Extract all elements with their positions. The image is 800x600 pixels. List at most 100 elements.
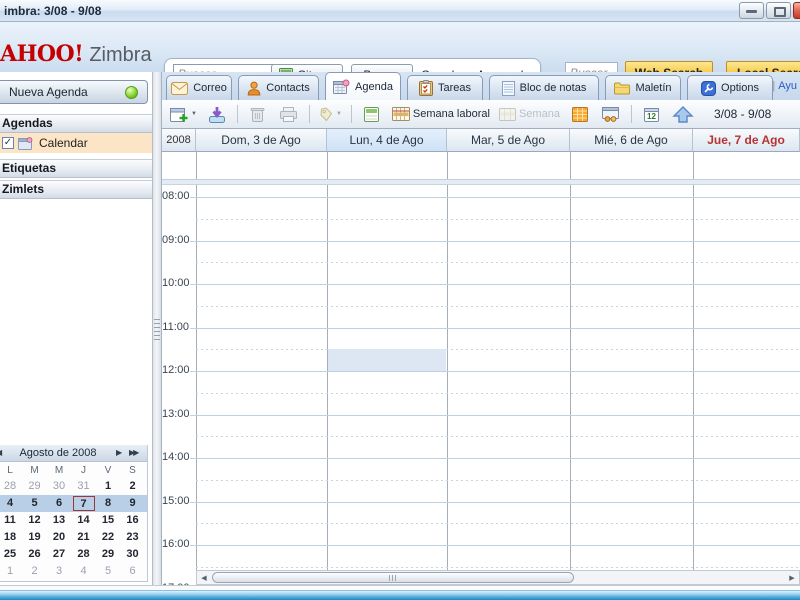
schedule-view-button[interactable] xyxy=(597,103,625,125)
month-view-button[interactable] xyxy=(566,103,594,125)
today-button[interactable]: 12 xyxy=(638,103,666,125)
new-appointment-button[interactable] xyxy=(167,103,200,125)
minical-day-cell[interactable]: 28 xyxy=(0,479,21,494)
tag-icon xyxy=(319,106,333,122)
column-divider xyxy=(196,185,197,585)
toolbar-separator xyxy=(236,105,238,123)
minical-day-cell[interactable]: 4 xyxy=(0,496,21,511)
tab-label: Bloc de notas xyxy=(519,82,587,94)
new-agenda-button[interactable]: Nueva Agenda xyxy=(0,80,148,104)
tasks-icon xyxy=(418,80,433,96)
allday-row[interactable] xyxy=(162,152,800,179)
minical-day-cell[interactable]: 23 xyxy=(122,530,144,545)
tab-agenda[interactable]: Agenda xyxy=(325,72,401,100)
day-view-button[interactable] xyxy=(358,103,386,125)
help-label: Ayu xyxy=(778,80,797,92)
time-grid[interactable]: 08:00 09:00 10:00 11:00 12:00 13:00 14:00 15:00… xyxy=(162,185,800,585)
minical-day-cell[interactable]: 6 xyxy=(122,564,144,579)
maximize-button[interactable] xyxy=(766,2,791,19)
time-label: 12:00 xyxy=(162,364,190,376)
day-header-cell[interactable]: Mar, 5 de Ago xyxy=(447,129,570,152)
minical-day-cell[interactable]: 18 xyxy=(0,530,21,545)
minical-day-cell[interactable]: 6 xyxy=(48,496,70,511)
minical-day-name: M xyxy=(54,465,64,476)
minical-day-cell[interactable]: 19 xyxy=(24,530,46,545)
minical-day-cell[interactable]: 16 xyxy=(122,513,144,528)
minical-day-cell[interactable]: 26 xyxy=(24,547,46,562)
calendar-folder-item[interactable]: Calendar xyxy=(0,133,152,153)
day-header-cell[interactable]: Dom, 3 de Ago xyxy=(196,129,327,152)
minical-fast-next-icon[interactable] xyxy=(129,448,137,457)
sidebar-splitter[interactable] xyxy=(152,72,162,585)
column-divider xyxy=(570,185,571,585)
zimbra-logo: Zimbra xyxy=(89,44,152,66)
column-divider xyxy=(693,152,694,179)
half-hour-line xyxy=(196,349,800,351)
scroll-left-icon[interactable] xyxy=(197,571,211,584)
minical-day-cell[interactable]: 4 xyxy=(73,564,95,579)
minical-day-cell[interactable]: 20 xyxy=(48,530,70,545)
minimize-button[interactable] xyxy=(739,2,764,19)
hour-line xyxy=(190,327,800,329)
refresh-icon xyxy=(208,106,226,123)
horizontal-scrollbar[interactable] xyxy=(196,570,800,585)
minical-day-name: S xyxy=(129,465,136,476)
section-agendas[interactable]: Agendas xyxy=(0,114,152,133)
status-orb-icon xyxy=(125,86,138,99)
minical-day-cell[interactable]: 25 xyxy=(0,547,21,562)
minical-day-cell[interactable]: 21 xyxy=(73,530,95,545)
refresh-button[interactable] xyxy=(203,103,231,125)
tab-bloc-de-notas[interactable]: Bloc de notas xyxy=(489,75,599,100)
tab-tareas[interactable]: Tareas xyxy=(407,75,483,100)
help-link[interactable]: | Ayu xyxy=(772,80,797,92)
minical-day-cell[interactable]: 29 xyxy=(97,547,119,562)
section-etiquetas[interactable]: Etiquetas xyxy=(0,159,152,178)
tab-maletín[interactable]: Maletín xyxy=(605,75,681,100)
minical-day-cell[interactable]: 28 xyxy=(73,547,95,562)
options-icon xyxy=(701,80,717,96)
minical-day-cell[interactable]: 2 xyxy=(122,479,144,494)
minical-next-icon[interactable] xyxy=(116,448,122,457)
svg-text:12: 12 xyxy=(648,112,657,121)
minical-day-cell[interactable]: 5 xyxy=(97,564,119,579)
scroll-right-icon[interactable] xyxy=(785,571,799,584)
minical-day-cell[interactable]: 2 xyxy=(24,564,46,579)
tab-options[interactable]: Options xyxy=(687,75,773,100)
day-header-cell[interactable]: Lun, 4 de Ago xyxy=(327,129,447,152)
minical-day-cell[interactable]: 29 xyxy=(24,479,46,494)
minical-today-cell[interactable]: 7 xyxy=(72,496,95,511)
minical-day-cell[interactable]: 1 xyxy=(97,479,119,494)
minical-day-cell[interactable]: 14 xyxy=(73,513,95,528)
selected-slot[interactable] xyxy=(328,349,446,371)
tab-label: Tareas xyxy=(437,82,472,94)
dropdown-arrow-icon xyxy=(336,111,342,117)
section-zimlets[interactable]: Zimlets xyxy=(0,180,152,199)
day-header-cell[interactable]: Jue, 7 de Ago xyxy=(693,129,800,152)
minical-day-cell[interactable]: 12 xyxy=(24,513,46,528)
close-button[interactable] xyxy=(793,2,800,19)
tab-correo[interactable]: Correo xyxy=(166,75,232,100)
minical-day-cell[interactable]: 9 xyxy=(122,496,144,511)
minical-day-name: M xyxy=(30,465,39,476)
minical-day-cell[interactable]: 30 xyxy=(122,547,144,562)
mini-calendar: Agosto de 2008 LMMJVS2829303112456789111… xyxy=(0,445,148,582)
work-week-view-button[interactable]: Semana laboral xyxy=(389,103,493,125)
minical-day-cell[interactable]: 3 xyxy=(48,564,70,579)
minical-day-cell[interactable]: 22 xyxy=(97,530,119,545)
minical-day-cell[interactable]: 31 xyxy=(73,479,95,494)
minical-day-cell[interactable]: 8 xyxy=(97,496,119,511)
scroll-thumb[interactable] xyxy=(212,572,574,583)
week-view-button: Semana xyxy=(496,103,563,125)
minical-day-cell[interactable]: 11 xyxy=(0,513,21,528)
minical-day-cell[interactable]: 13 xyxy=(48,513,70,528)
minical-day-cell[interactable]: 15 xyxy=(97,513,119,528)
calendar-checkbox[interactable] xyxy=(2,137,14,149)
tab-contacts[interactable]: Contacts xyxy=(238,75,319,100)
minical-day-cell[interactable]: 5 xyxy=(24,496,46,511)
day-header-cell[interactable]: Mié, 6 de Ago xyxy=(570,129,693,152)
minical-day-cell[interactable]: 27 xyxy=(48,547,70,562)
forward-button[interactable] xyxy=(669,103,697,125)
hour-line xyxy=(190,197,800,198)
minical-day-cell[interactable]: 1 xyxy=(0,564,21,579)
minical-day-cell[interactable]: 30 xyxy=(48,479,70,494)
